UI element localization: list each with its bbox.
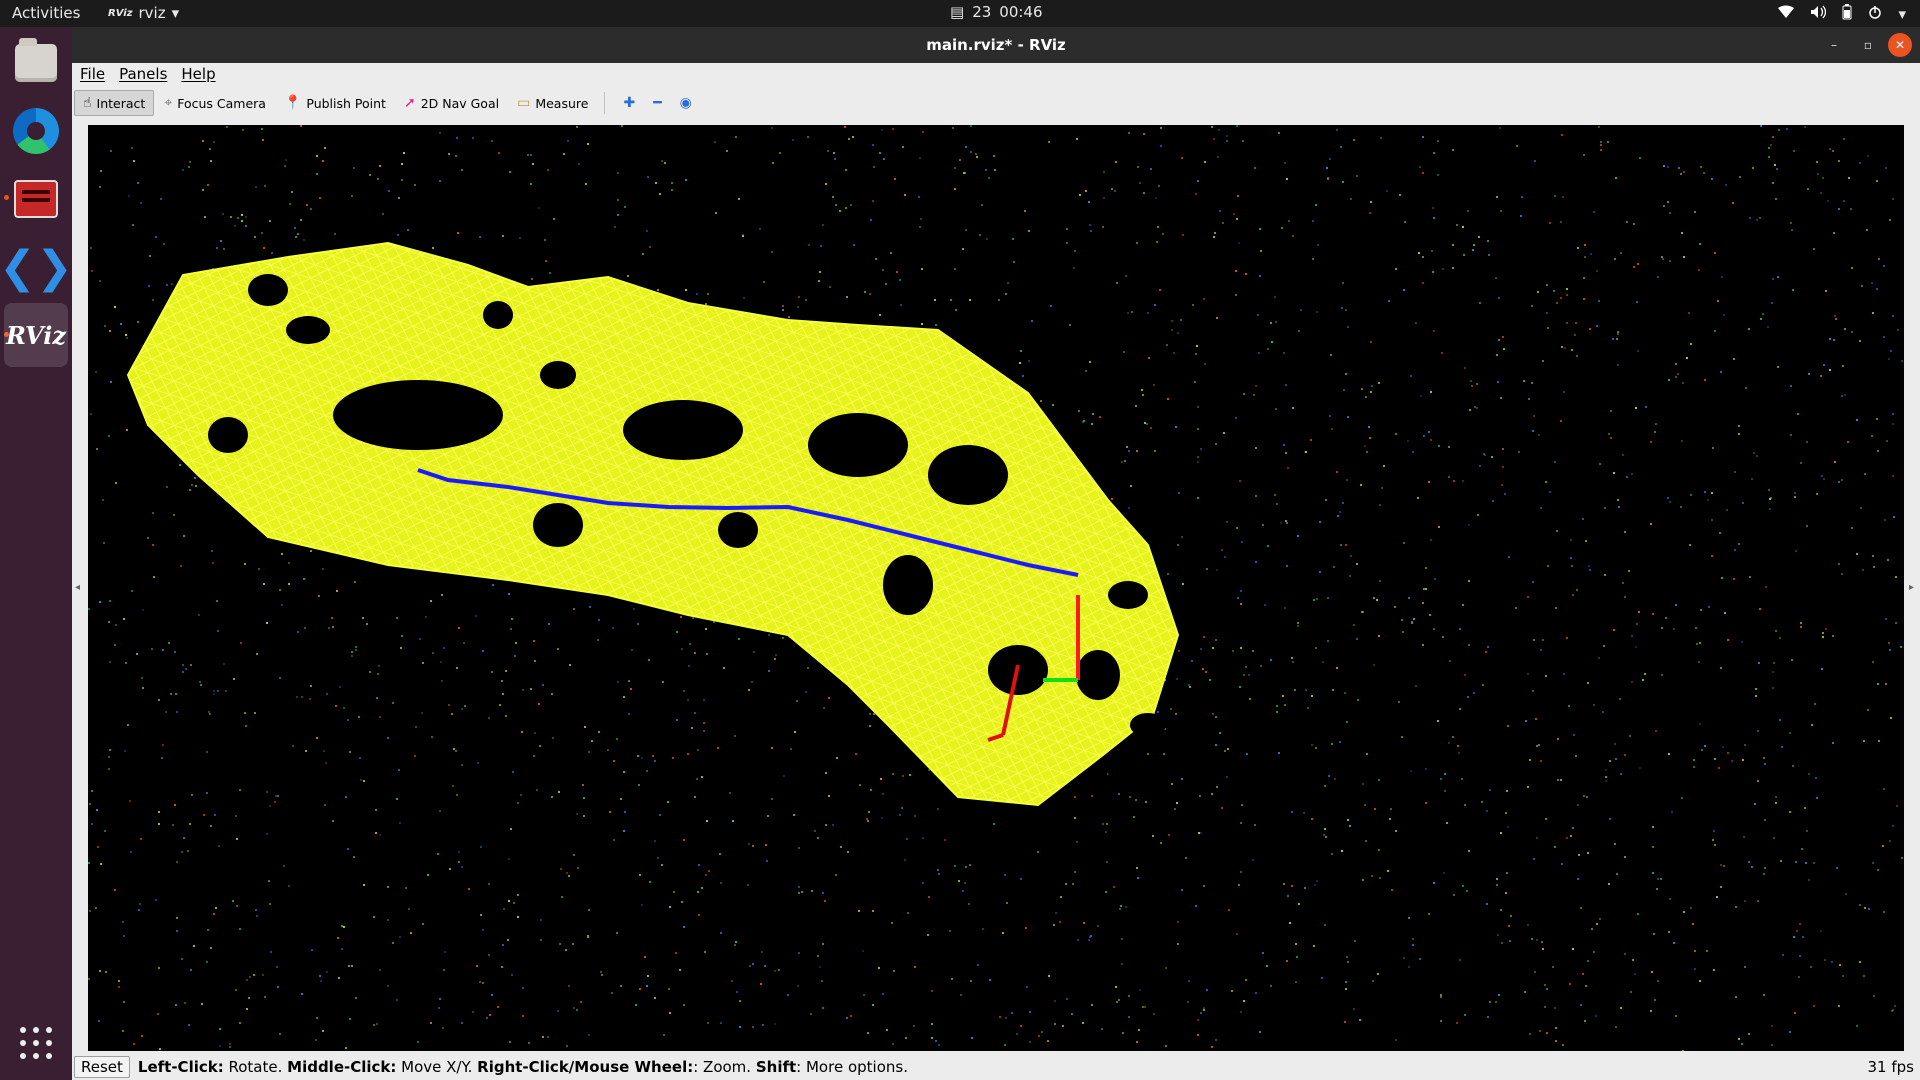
dock-terminal[interactable] [4,167,68,231]
focus-camera-tool-button[interactable]: ⌖ Focus Camera [156,90,274,116]
hint-left-click-action: Rotate. [223,1058,288,1076]
window-titlebar[interactable]: main.rviz* - RViz – ▫ ✕ [72,27,1920,63]
dock-rviz[interactable]: RViz [4,303,68,367]
edge-icon [13,108,59,154]
collapse-left-panel-icon[interactable]: ◂ [75,582,80,593]
add-tool-button[interactable]: ✚ [615,90,643,116]
wifi-icon [1778,5,1795,23]
plus-icon: ✚ [623,95,636,111]
date-day: 23 [972,3,992,21]
mesh-map [126,241,1180,807]
hint-left-click-key: Left-Click: [137,1058,224,1076]
minimize-button[interactable]: – [1822,33,1846,57]
menu-panels[interactable]: Panels [119,65,167,83]
volume-icon [1810,5,1827,23]
menu-file[interactable]: File [80,65,105,83]
activities-button[interactable]: Activities [12,4,80,22]
publish-point-label: Publish Point [306,95,386,111]
status-hint: Left-Click: Rotate. Middle-Click: Move X… [138,1058,908,1076]
time: 00:46 [999,3,1043,21]
interact-label: Interact [96,95,146,111]
map-pin-icon: 📍 [283,95,302,111]
maximize-button[interactable]: ▫ [1856,33,1880,57]
measure-tool-button[interactable]: ▭ Measure [509,90,596,116]
collapse-right-panel-icon[interactable]: ▸ [1909,582,1914,593]
publish-point-tool-button[interactable]: 📍 Publish Point [276,90,394,116]
crosshair-icon: ⌖ [164,95,173,111]
power-menu-icon [1868,5,1882,23]
battery-icon [1842,4,1852,24]
ruler-icon: ▭ [517,95,531,111]
show-applications-icon[interactable] [20,1027,52,1059]
3d-render-viewport[interactable] [88,125,1904,1051]
focus-camera-label: Focus Camera [177,95,266,111]
measure-label: Measure [535,95,589,111]
rviz-icon: RViz [5,320,67,350]
hint-right-click-key: Right-Click/Mouse Wheel: [477,1058,694,1076]
terminal-icon [14,180,58,218]
dock-vscode[interactable]: ❮❯ [0,235,73,299]
hint-right-click-action: : Zoom. [693,1058,756,1076]
hint-middle-click-key: Middle-Click: [287,1058,397,1076]
clock[interactable]: ▤ 23 00:46 [950,3,1043,21]
tool-bar: ☝ Interact ⌖ Focus Camera 📍 Publish Poin… [72,87,1920,119]
app-menu-label: rviz [138,4,166,22]
view-menu-button[interactable]: ◉ [672,90,700,116]
hand-pointer-icon: ☝ [83,95,92,111]
hint-shift-action: : More options. [796,1058,908,1076]
hint-shift-key: Shift [755,1058,797,1076]
eye-icon: ◉ [679,95,692,111]
files-icon [15,38,57,82]
reset-button[interactable]: Reset [74,1056,130,1078]
hint-middle-click-action: Move X/Y. [396,1058,478,1076]
menu-bar: File Panels Help [72,63,1920,85]
dock-files[interactable] [4,31,68,95]
nav-goal-tool-button[interactable]: ➚ 2D Nav Goal [396,90,507,116]
minus-icon: ━ [653,95,662,111]
rviz-app-icon: RViz [108,7,133,19]
window-title: main.rviz* - RViz [926,36,1066,54]
gnome-top-bar: Activities RViz rviz ▾ ▤ 23 00:46 ▾ [0,0,1920,27]
chevron-down-icon: ▾ [1898,5,1906,23]
chevron-down-icon: ▾ [171,4,180,22]
goal-arrow-icon: ➚ [403,95,416,111]
dock: ❮❯ RViz [0,27,73,1080]
toolbar-separator [604,92,606,114]
status-bar: Reset Left-Click: Rotate. Middle-Click: … [72,1054,1920,1080]
menu-help[interactable]: Help [181,65,215,83]
dock-edge[interactable] [4,99,68,163]
app-menu[interactable]: RViz rviz ▾ [108,4,179,22]
nav-goal-label: 2D Nav Goal [420,95,500,111]
close-button[interactable]: ✕ [1888,33,1912,57]
interact-tool-button[interactable]: ☝ Interact [74,90,155,116]
vscode-icon: ❮❯ [0,241,73,293]
rviz-window: main.rviz* - RViz – ▫ ✕ File Panels Help… [72,27,1920,1080]
system-tray[interactable]: ▾ [1778,4,1906,24]
fps-counter: 31 fps [1867,1058,1914,1076]
render-canvas [88,125,1903,1051]
calendar-icon: ▤ [950,3,965,21]
remove-tool-button[interactable]: ━ [645,90,669,116]
